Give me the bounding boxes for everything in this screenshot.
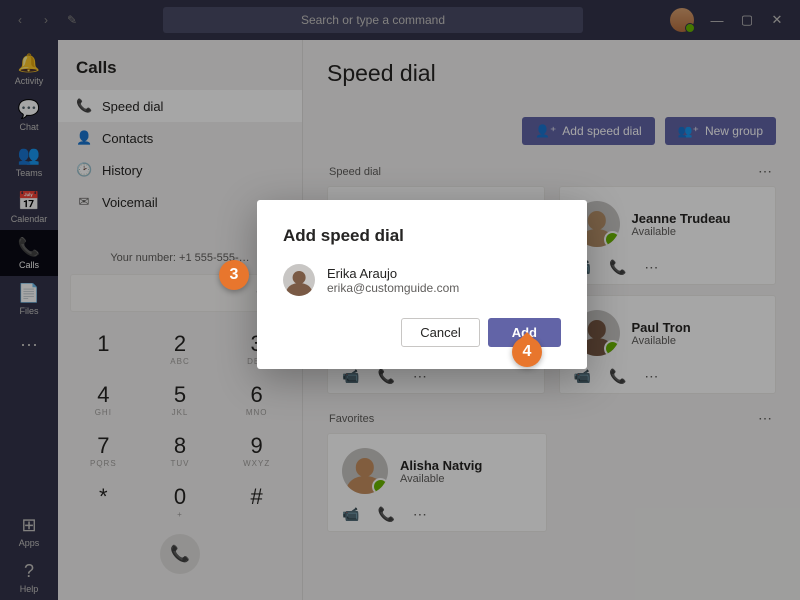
person-email: erika@customguide.com [327,281,459,295]
selected-person[interactable]: Erika Araujo erika@customguide.com [283,264,561,296]
tutorial-callout-4: 4 [512,337,542,367]
person-name: Erika Araujo [327,266,459,281]
cancel-button[interactable]: Cancel [401,318,479,347]
tutorial-callout-3: 3 [219,260,249,290]
modal-title: Add speed dial [283,226,561,246]
avatar [283,264,315,296]
